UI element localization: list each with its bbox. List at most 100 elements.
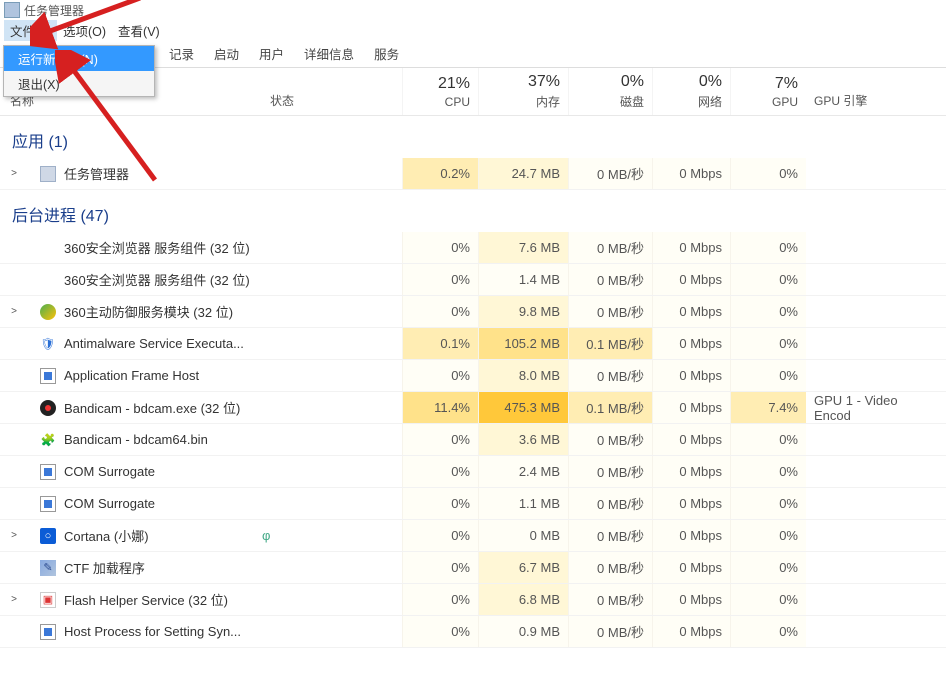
- col-cpu[interactable]: 21% CPU: [402, 68, 478, 115]
- process-name-cell: COM Surrogate: [0, 496, 262, 512]
- process-list: 应用 (1) >任务管理器0.2%24.7 MB0 MB/秒0 Mbps0% 后…: [0, 116, 946, 648]
- cell-disk: 0 MB/秒: [568, 520, 652, 551]
- expander-icon[interactable]: >: [8, 594, 20, 605]
- cell-gpu: 0%: [730, 488, 806, 519]
- tab-details[interactable]: 详细信息: [294, 39, 364, 68]
- group-background[interactable]: 后台进程 (47): [0, 190, 946, 232]
- cell-cpu: 0%: [402, 296, 478, 327]
- window-title: 任务管理器: [24, 2, 84, 19]
- gpu-percent: 7%: [775, 75, 798, 93]
- process-row[interactable]: >360主动防御服务模块 (32 位)0%9.8 MB0 MB/秒0 Mbps0…: [0, 296, 946, 328]
- ie-icon: [40, 240, 56, 256]
- cell-net: 0 Mbps: [652, 616, 730, 647]
- cell-mem: 0 MB: [478, 520, 568, 551]
- tm-icon: [40, 166, 56, 182]
- process-row[interactable]: 360安全浏览器 服务组件 (32 位)0%7.6 MB0 MB/秒0 Mbps…: [0, 232, 946, 264]
- cell-disk: 0 MB/秒: [568, 456, 652, 487]
- tab-history[interactable]: 记录: [159, 39, 204, 68]
- cell-gpu: 0%: [730, 552, 806, 583]
- cell-net: 0 Mbps: [652, 158, 730, 189]
- process-row[interactable]: >Cortana (小娜)φ0%0 MB0 MB/秒0 Mbps0%: [0, 520, 946, 552]
- process-name-cell: Bandicam - bdcam64.bin: [0, 432, 262, 448]
- cell-gpu: 0%: [730, 328, 806, 359]
- cell-mem: 6.8 MB: [478, 584, 568, 615]
- cell-cpu: 0%: [402, 584, 478, 615]
- cell-gpu: 0%: [730, 296, 806, 327]
- tab-users[interactable]: 用户: [249, 39, 294, 68]
- cell-disk: 0 MB/秒: [568, 232, 652, 263]
- process-row[interactable]: CTF 加载程序0%6.7 MB0 MB/秒0 Mbps0%: [0, 552, 946, 584]
- col-memory[interactable]: 37% 内存: [478, 68, 568, 115]
- cell-gpu: 0%: [730, 424, 806, 455]
- process-name-cell: Bandicam - bdcam.exe (32 位): [0, 398, 262, 417]
- process-row[interactable]: 360安全浏览器 服务组件 (32 位)0%1.4 MB0 MB/秒0 Mbps…: [0, 264, 946, 296]
- 360-icon: [40, 304, 56, 320]
- cell-net: 0 Mbps: [652, 296, 730, 327]
- cell-net: 0 Mbps: [652, 328, 730, 359]
- cell-net: 0 Mbps: [652, 584, 730, 615]
- process-row[interactable]: Antimalware Service Executa...0.1%105.2 …: [0, 328, 946, 360]
- col-gpu[interactable]: 7% GPU: [730, 68, 806, 115]
- menu-file[interactable]: 文件(F): [4, 20, 57, 41]
- expander-icon[interactable]: >: [8, 168, 20, 179]
- cell-net: 0 Mbps: [652, 552, 730, 583]
- cell-gpu: 0%: [730, 158, 806, 189]
- cell-disk: 0.1 MB/秒: [568, 328, 652, 359]
- disk-label: 磁盘: [620, 93, 644, 110]
- mem-label: 内存: [536, 93, 560, 110]
- cell-mem: 475.3 MB: [478, 392, 568, 423]
- cell-mem: 24.7 MB: [478, 158, 568, 189]
- expander-icon[interactable]: >: [8, 306, 20, 317]
- cell-net: 0 Mbps: [652, 456, 730, 487]
- menu-options[interactable]: 选项(O): [57, 20, 112, 41]
- process-row[interactable]: Host Process for Setting Syn...0%0.9 MB0…: [0, 616, 946, 648]
- task-manager-icon: [4, 2, 20, 18]
- cell-disk: 0 MB/秒: [568, 424, 652, 455]
- group-apps[interactable]: 应用 (1): [0, 116, 946, 158]
- cell-cpu: 0%: [402, 520, 478, 551]
- process-name: Cortana (小娜): [64, 526, 149, 545]
- menu-exit[interactable]: 退出(X): [4, 71, 154, 96]
- process-row[interactable]: Bandicam - bdcam.exe (32 位)11.4%475.3 MB…: [0, 392, 946, 424]
- cell-mem: 0.9 MB: [478, 616, 568, 647]
- menu-view[interactable]: 查看(V): [112, 20, 166, 41]
- host-icon: [40, 624, 56, 640]
- cell-cpu: 0.1%: [402, 328, 478, 359]
- col-network[interactable]: 0% 网络: [652, 68, 730, 115]
- cell-gpu: 7.4%: [730, 392, 806, 423]
- app-icon: [40, 496, 56, 512]
- process-row[interactable]: Bandicam - bdcam64.bin0%3.6 MB0 MB/秒0 Mb…: [0, 424, 946, 456]
- cell-mem: 9.8 MB: [478, 296, 568, 327]
- cell-disk: 0 MB/秒: [568, 296, 652, 327]
- process-row[interactable]: COM Surrogate0%1.1 MB0 MB/秒0 Mbps0%: [0, 488, 946, 520]
- cell-mem: 7.6 MB: [478, 232, 568, 263]
- menu-run-new-task[interactable]: 运行新任务(N): [4, 46, 154, 71]
- cell-net: 0 Mbps: [652, 264, 730, 295]
- cell-gpu: 0%: [730, 232, 806, 263]
- process-row[interactable]: COM Surrogate0%2.4 MB0 MB/秒0 Mbps0%: [0, 456, 946, 488]
- process-name: Host Process for Setting Syn...: [64, 624, 241, 639]
- process-name-cell: >360主动防御服务模块 (32 位): [0, 302, 262, 321]
- cell-net: 0 Mbps: [652, 520, 730, 551]
- process-name: 360安全浏览器 服务组件 (32 位): [64, 270, 250, 289]
- process-name: Bandicam - bdcam64.bin: [64, 432, 208, 447]
- process-row[interactable]: >任务管理器0.2%24.7 MB0 MB/秒0 Mbps0%: [0, 158, 946, 190]
- cell-cpu: 0%: [402, 232, 478, 263]
- cell-net: 0 Mbps: [652, 488, 730, 519]
- process-state-cell: φ: [262, 528, 402, 543]
- tab-startup[interactable]: 启动: [204, 39, 249, 68]
- cell-mem: 2.4 MB: [478, 456, 568, 487]
- expander-icon[interactable]: >: [8, 530, 20, 541]
- process-row[interactable]: Application Frame Host0%8.0 MB0 MB/秒0 Mb…: [0, 360, 946, 392]
- tab-services[interactable]: 服务: [364, 39, 409, 68]
- process-name-cell: >Flash Helper Service (32 位): [0, 590, 262, 609]
- col-disk[interactable]: 0% 磁盘: [568, 68, 652, 115]
- col-state[interactable]: 状态: [262, 68, 402, 115]
- cell-cpu: 0%: [402, 264, 478, 295]
- cell-disk: 0 MB/秒: [568, 360, 652, 391]
- col-gpu-engine[interactable]: GPU 引擎: [806, 68, 946, 115]
- cell-mem: 105.2 MB: [478, 328, 568, 359]
- process-name: CTF 加载程序: [64, 558, 145, 577]
- process-name-cell: Application Frame Host: [0, 368, 262, 384]
- process-row[interactable]: >Flash Helper Service (32 位)0%6.8 MB0 MB…: [0, 584, 946, 616]
